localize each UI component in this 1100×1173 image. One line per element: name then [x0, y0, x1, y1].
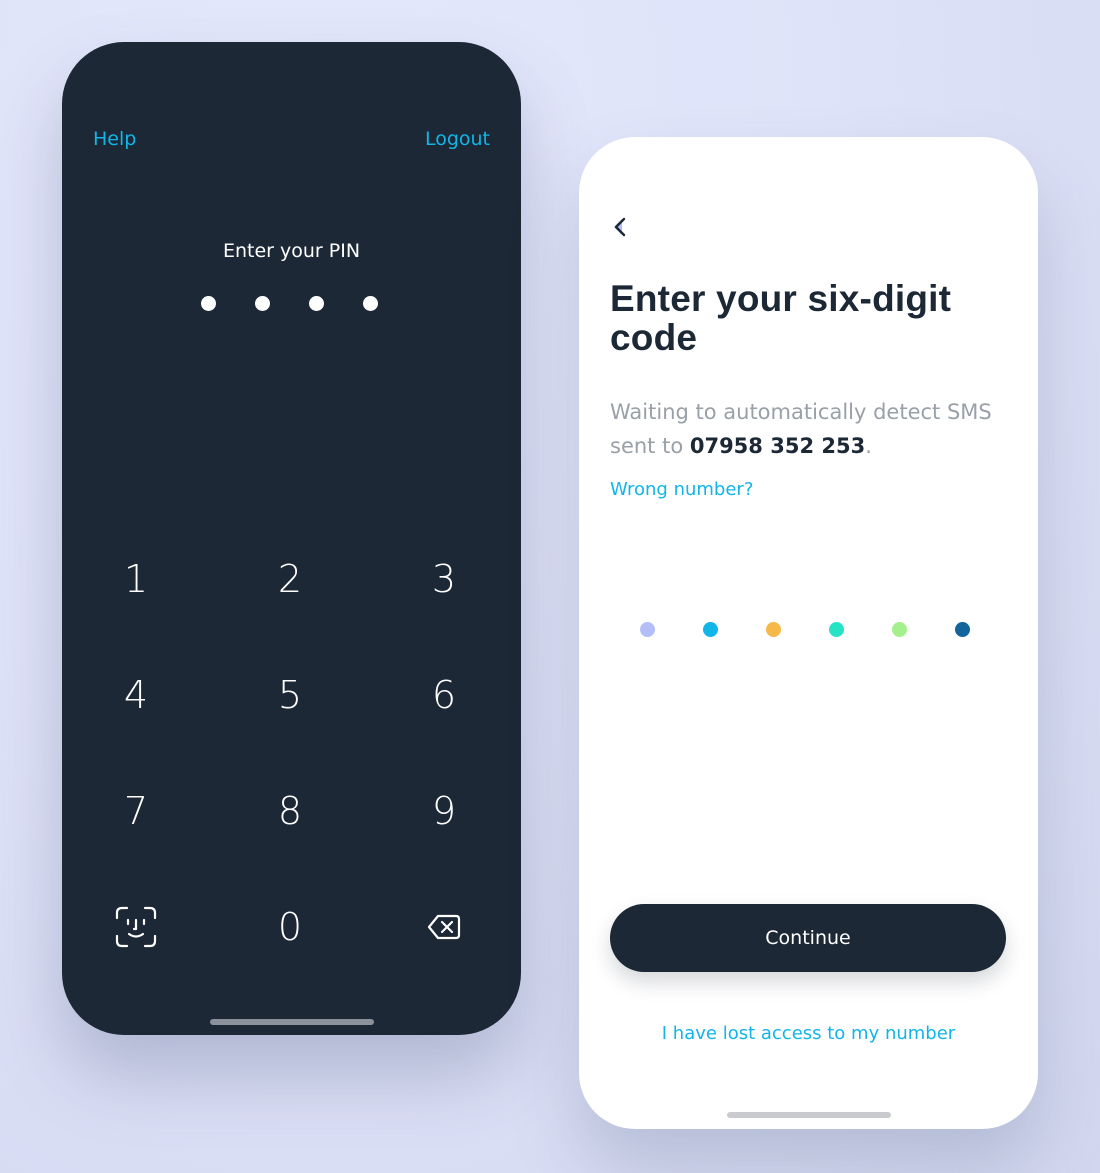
pin-title: Enter your PIN [222, 240, 361, 262]
sms-waiting-text: Waiting to automatically detect SMS sent… [610, 395, 1030, 463]
code-dot [703, 622, 718, 637]
key-9[interactable]: 9 [399, 776, 489, 846]
face-id-button[interactable] [91, 892, 181, 962]
continue-button[interactable]: Continue [610, 904, 1006, 972]
pin-screen: Help Logout Enter your PIN 1 2 3 4 5 6 7… [62, 42, 521, 1035]
pin-dot [255, 296, 270, 311]
key-2[interactable]: 2 [245, 544, 335, 614]
sentence-period: . [865, 434, 872, 458]
face-id-icon [115, 906, 157, 948]
code-progress-dots [640, 622, 970, 637]
code-dot [640, 622, 655, 637]
key-1[interactable]: 1 [91, 544, 181, 614]
code-dot [955, 622, 970, 637]
pin-dot [201, 296, 216, 311]
code-dot [766, 622, 781, 637]
code-dot [829, 622, 844, 637]
pin-indicator [201, 296, 378, 311]
lost-access-link[interactable]: I have lost access to my number [579, 1023, 1038, 1044]
home-indicator [727, 1112, 891, 1118]
wrong-number-link[interactable]: Wrong number? [610, 479, 753, 500]
help-link[interactable]: Help [93, 128, 136, 150]
sms-code-screen: Enter your six-digit code Waiting to aut… [579, 137, 1038, 1129]
key-7[interactable]: 7 [91, 776, 181, 846]
key-0[interactable]: 0 [245, 892, 335, 962]
chevron-left-icon [614, 217, 626, 237]
key-8[interactable]: 8 [245, 776, 335, 846]
key-4[interactable]: 4 [91, 660, 181, 730]
key-3[interactable]: 3 [399, 544, 489, 614]
page-title: Enter your six-digit code [610, 278, 952, 358]
code-dot [892, 622, 907, 637]
key-5[interactable]: 5 [245, 660, 335, 730]
backspace-icon [427, 914, 461, 940]
pin-dot [309, 296, 324, 311]
back-button[interactable] [609, 215, 633, 239]
backspace-button[interactable] [399, 892, 489, 962]
pin-dot [363, 296, 378, 311]
home-indicator [210, 1019, 374, 1025]
logout-link[interactable]: Logout [425, 128, 490, 150]
phone-number: 07958 352 253 [689, 434, 866, 458]
key-6[interactable]: 6 [399, 660, 489, 730]
